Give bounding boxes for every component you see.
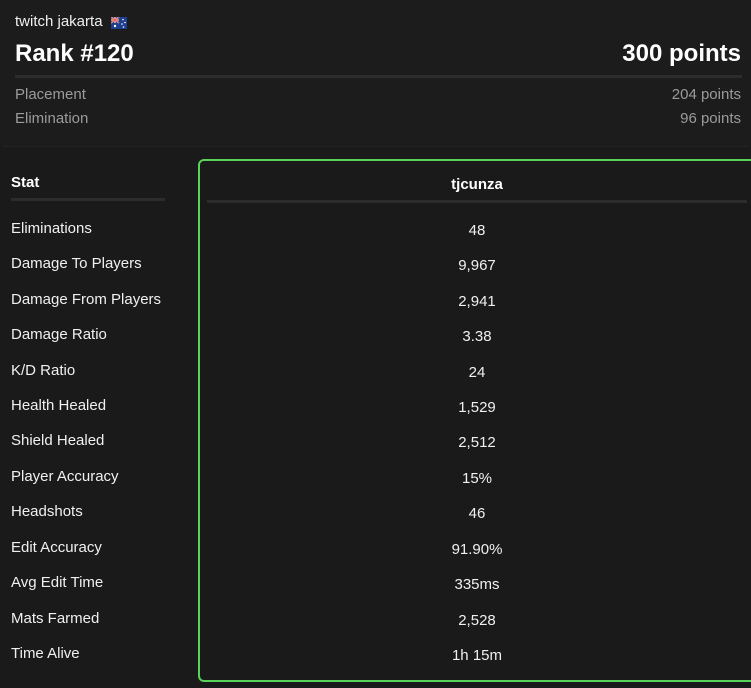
stat-value-kd-ratio: 24 xyxy=(468,364,486,381)
stat-label-shield-healed: Shield Healed xyxy=(11,432,105,449)
stat-column-header: Stat xyxy=(11,174,40,191)
stat-value-player-accuracy: 15% xyxy=(461,470,493,487)
stat-value-damage-from-players: 2,941 xyxy=(458,293,496,310)
stat-label-damage-to-players: Damage To Players xyxy=(11,255,142,272)
stat-value-edit-accuracy: 91.90% xyxy=(451,541,503,558)
stat-label-damage-from-players: Damage From Players xyxy=(11,291,162,308)
rank-label: Rank #120 xyxy=(15,40,134,67)
stat-label-time-alive: Time Alive xyxy=(11,645,80,662)
stat-label-player-accuracy: Player Accuracy xyxy=(11,468,119,485)
team-name[interactable]: twitch jakarta xyxy=(15,13,103,30)
team-summary-card: twitch jakarta Rank #120 300 points Plac… xyxy=(0,0,751,147)
divider xyxy=(15,75,742,78)
stat-value-time-alive: 1h 15m xyxy=(451,647,503,664)
elimination-points: 96 points xyxy=(680,110,741,127)
player-header-divider xyxy=(207,200,747,203)
total-points: 300 points xyxy=(622,40,741,67)
stat-header-divider xyxy=(11,198,165,201)
stat-value-damage-ratio: 3.38 xyxy=(462,328,492,345)
stat-label-mats-farmed: Mats Farmed xyxy=(11,610,100,627)
player-name-header[interactable]: tjcunza xyxy=(207,176,747,193)
stat-label-eliminations: Eliminations xyxy=(11,220,92,237)
placement-points: 204 points xyxy=(671,86,741,103)
stat-label-headshots: Headshots xyxy=(11,503,83,520)
stat-label-avg-edit-time: Avg Edit Time xyxy=(11,574,104,591)
stat-value-avg-edit-time: 335ms xyxy=(454,576,500,593)
stat-value-eliminations: 48 xyxy=(468,222,486,239)
elimination-row: Elimination 96 points xyxy=(15,110,741,127)
stat-label-edit-accuracy: Edit Accuracy xyxy=(11,539,102,556)
stat-label-health-healed: Health Healed xyxy=(11,397,107,414)
placement-row: Placement 204 points xyxy=(15,86,741,103)
stat-value-health-healed: 1,529 xyxy=(458,399,496,416)
stat-label-damage-ratio: Damage Ratio xyxy=(11,326,107,343)
australia-flag-icon xyxy=(110,15,127,29)
elimination-label: Elimination xyxy=(15,110,89,127)
placement-label: Placement xyxy=(15,86,86,103)
stat-label-kd-ratio: K/D Ratio xyxy=(11,362,76,379)
stat-value-shield-healed: 2,512 xyxy=(458,434,496,451)
stat-value-headshots: 46 xyxy=(468,505,486,522)
stat-value-damage-to-players: 9,967 xyxy=(458,257,496,274)
stat-value-mats-farmed: 2,528 xyxy=(458,612,496,629)
team-name-line: twitch jakarta xyxy=(15,13,127,30)
